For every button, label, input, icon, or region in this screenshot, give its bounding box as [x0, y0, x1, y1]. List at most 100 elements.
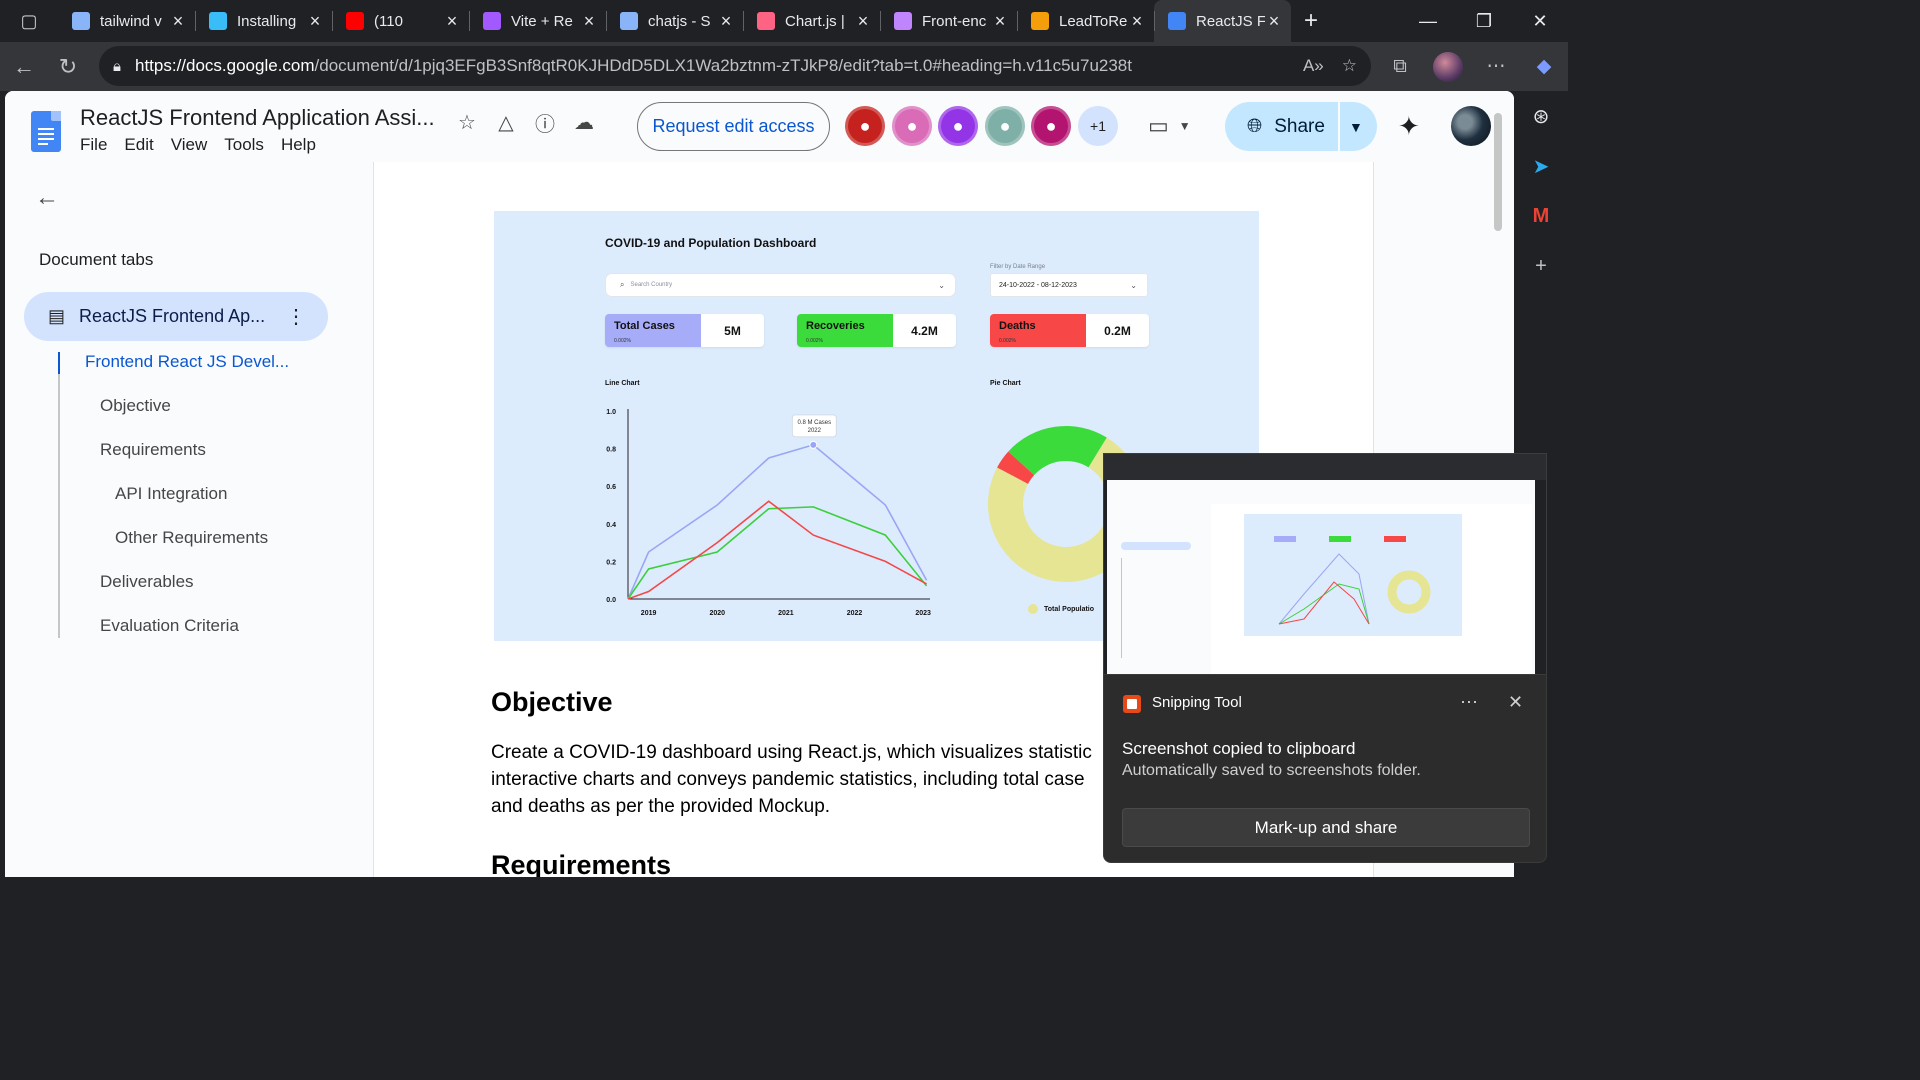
- y-tick-label: 1.0: [606, 409, 616, 416]
- close-outline-icon[interactable]: ←: [35, 184, 59, 212]
- account-avatar[interactable]: [1451, 106, 1491, 146]
- read-aloud-icon[interactable]: A»: [1303, 56, 1324, 76]
- reload-icon[interactable]: ↻: [46, 47, 90, 87]
- tab-title: chatjs - S: [648, 12, 711, 30]
- restore-icon[interactable]: ❐: [1456, 0, 1512, 42]
- x-tick-label: 2019: [641, 610, 657, 617]
- gemini-icon[interactable]: ✦: [1398, 111, 1420, 142]
- tooltip-point: [809, 440, 818, 449]
- chartjs-icon: [757, 12, 775, 30]
- back-icon[interactable]: ←: [2, 47, 46, 87]
- chatgpt-icon[interactable]: ⊛: [1514, 91, 1568, 141]
- collaborator-avatar[interactable]: ●: [892, 106, 932, 146]
- gmail-icon[interactable]: M: [1514, 191, 1568, 241]
- close-tab-icon[interactable]: ×: [443, 11, 461, 32]
- search-icon: [620, 12, 638, 30]
- snipping-tool-icon: [1123, 695, 1141, 713]
- outline-item[interactable]: API Integration: [115, 484, 227, 504]
- close-tab-icon[interactable]: ×: [580, 11, 598, 32]
- page-scrollbar[interactable]: [1494, 113, 1502, 231]
- browser-tab[interactable]: chatjs - S ×: [606, 0, 743, 42]
- telegram-icon[interactable]: ➤: [1514, 141, 1568, 191]
- menu-tools[interactable]: Tools: [224, 135, 264, 155]
- close-tab-icon[interactable]: ×: [854, 11, 872, 32]
- browser-tab[interactable]: Front-enc ×: [880, 0, 1017, 42]
- address-bar[interactable]: 🔒︎ https://docs.google.com/document/d/1p…: [99, 46, 1371, 86]
- y-tick-label: 0.6: [606, 484, 616, 491]
- close-tab-icon[interactable]: ×: [1128, 11, 1146, 32]
- menu-file[interactable]: File: [80, 135, 107, 155]
- line-series: [627, 506, 928, 600]
- markup-and-share-button[interactable]: Mark-up and share: [1122, 808, 1530, 847]
- settings-more-icon[interactable]: ⋯: [1472, 55, 1520, 78]
- collaborator-avatar[interactable]: ●: [845, 106, 885, 146]
- y-tick-label: 0.2: [606, 559, 616, 566]
- browser-window: ▢ tailwind v × Installing × (110 × Vite + Re × c…: [0, 0, 1568, 882]
- collaborator-avatar[interactable]: ●: [985, 106, 1025, 146]
- notification-close-icon[interactable]: ✕: [1508, 692, 1523, 713]
- close-tab-icon[interactable]: ×: [1265, 11, 1283, 32]
- document-title[interactable]: ReactJS Frontend Application Assi...: [80, 105, 435, 131]
- extensions-icon[interactable]: ⧉: [1376, 56, 1424, 78]
- close-tab-icon[interactable]: ×: [991, 11, 1009, 32]
- tab-title: Vite + Re: [511, 12, 573, 30]
- more-collaborators-badge[interactable]: +1: [1078, 106, 1118, 146]
- outline-guide: [58, 352, 60, 638]
- tooltip-text: 0.8 M Cases: [797, 420, 831, 426]
- tab-title: (110: [374, 12, 403, 30]
- workspaces-icon[interactable]: ▢: [0, 0, 58, 42]
- browser-tab[interactable]: Chart.js | ×: [743, 0, 880, 42]
- cloud-status-icon[interactable]: ☁: [569, 107, 599, 137]
- notification-more-icon[interactable]: ⋯: [1460, 692, 1478, 713]
- navigation-bar: ← ↻ 🔒︎ https://docs.google.com/document/…: [0, 42, 1568, 91]
- star-icon[interactable]: ☆: [452, 107, 482, 137]
- browser-tab[interactable]: (110 ×: [332, 0, 469, 42]
- outline-item[interactable]: Evaluation Criteria: [100, 616, 239, 636]
- profile-avatar[interactable]: [1424, 51, 1472, 82]
- browser-tab[interactable]: Vite + Re ×: [469, 0, 606, 42]
- minimize-icon[interactable]: —: [1400, 0, 1456, 42]
- globe-icon: 🌐︎: [1247, 115, 1263, 137]
- menu-help[interactable]: Help: [281, 135, 316, 155]
- close-window-icon[interactable]: ✕: [1512, 0, 1568, 42]
- browser-tab[interactable]: tailwind v ×: [58, 0, 195, 42]
- collaborator-avatar[interactable]: ●: [938, 106, 978, 146]
- browser-tab[interactable]: Installing ×: [195, 0, 332, 42]
- new-tab-button[interactable]: +: [1291, 7, 1331, 35]
- leadtore-icon: [1031, 12, 1049, 30]
- browser-tab[interactable]: LeadToRe ×: [1017, 0, 1154, 42]
- menu-edit[interactable]: Edit: [124, 135, 153, 155]
- share-dropdown-icon[interactable]: ▼: [1349, 119, 1363, 135]
- outline-item[interactable]: Objective: [100, 396, 171, 416]
- notification-title: Screenshot copied to clipboard: [1122, 739, 1356, 758]
- meet-button[interactable]: ▭ ▼: [1148, 111, 1208, 141]
- tab-strip: ▢ tailwind v × Installing × (110 × Vite + Re × c…: [0, 0, 1568, 42]
- close-tab-icon[interactable]: ×: [169, 11, 187, 32]
- browser-tab[interactable]: ReactJS F ×: [1154, 0, 1291, 42]
- outline-item[interactable]: Deliverables: [100, 572, 194, 592]
- outline-item[interactable]: Requirements: [100, 440, 206, 460]
- menu-view[interactable]: View: [171, 135, 208, 155]
- collaborator-avatar[interactable]: ●: [1031, 106, 1071, 146]
- tab-options-icon[interactable]: ⋮: [286, 304, 306, 329]
- screenshot-thumbnail[interactable]: [1103, 453, 1547, 675]
- request-edit-access-button[interactable]: Request edit access: [637, 102, 830, 151]
- thumbnail-tab-pill: [1121, 542, 1191, 550]
- tab-title: Installing: [237, 12, 297, 30]
- share-button[interactable]: 🌐︎ Share ▼: [1225, 102, 1377, 151]
- docs-logo-icon[interactable]: [31, 111, 61, 152]
- document-tab-label: ReactJS Frontend Ap...: [79, 306, 266, 326]
- outline-item[interactable]: Other Requirements: [115, 528, 268, 548]
- copilot-icon[interactable]: ◆: [1520, 55, 1568, 78]
- document-tab-item[interactable]: ▤ ReactJS Frontend Ap... ⋮: [24, 292, 328, 341]
- favorite-star-icon[interactable]: ☆: [1342, 56, 1357, 76]
- tailwind-icon: [209, 12, 227, 30]
- add-sidebar-app-icon[interactable]: +: [1514, 241, 1568, 291]
- close-tab-icon[interactable]: ×: [717, 11, 735, 32]
- tab-title: tailwind v: [100, 12, 162, 30]
- add-shortcut-drive-icon[interactable]: △: [491, 107, 521, 137]
- outline-item[interactable]: Frontend React JS Devel...: [85, 352, 289, 372]
- close-tab-icon[interactable]: ×: [306, 11, 324, 32]
- info-icon[interactable]: ⓘ: [530, 107, 560, 137]
- camera-icon: ▭: [1148, 113, 1169, 138]
